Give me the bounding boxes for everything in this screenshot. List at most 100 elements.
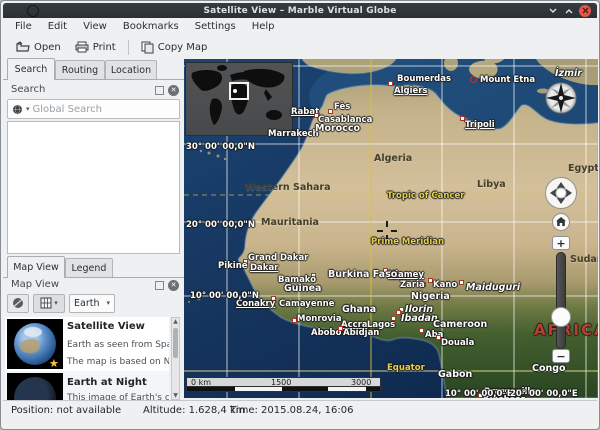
side-panel: Search Routing Location Search ✕ ▾ Globa… — [3, 58, 184, 400]
city-marker — [419, 328, 424, 333]
scrollbar-thumb[interactable] — [173, 328, 178, 358]
country-label: Cameroon — [433, 319, 487, 330]
city-label: Fès — [334, 102, 350, 112]
menu-edit[interactable]: Edit — [40, 18, 75, 36]
close-panel-icon[interactable]: ✕ — [168, 85, 179, 96]
volcano-marker — [470, 76, 477, 83]
scroll-down-icon[interactable]: ▼ — [172, 392, 179, 399]
theme-list-scrollbar[interactable]: ▲ ▼ — [171, 317, 180, 400]
float-panel-icon[interactable] — [155, 281, 164, 290]
tab-map-view[interactable]: Map View — [7, 256, 65, 278]
compass-rose-icon[interactable] — [545, 82, 577, 114]
graticule-special-label: Tropic of Cancer — [387, 191, 464, 201]
city-label: Camayenne — [279, 299, 334, 309]
scroll-up-icon[interactable]: ▲ — [172, 318, 179, 325]
city-label: Abobo — [311, 328, 341, 338]
scale-bar: 0 km 1500 3000 — [186, 377, 381, 392]
title-bar: Satellite View – Marble Virtual Globe — [3, 3, 597, 18]
panel-tabs-bottom: Map View Legend — [3, 256, 184, 278]
mapview-panel-header: Map View — [11, 279, 59, 290]
overview-map[interactable] — [186, 63, 292, 135]
open-button[interactable]: Open — [9, 39, 68, 55]
search-input[interactable]: ▾ Global Search — [7, 99, 180, 119]
city-label: Zaria — [400, 280, 425, 290]
tab-location[interactable]: Location — [105, 60, 157, 79]
favorite-star-icon: ★ — [49, 357, 59, 370]
print-button[interactable]: Print — [68, 39, 123, 55]
folder-open-icon — [16, 41, 30, 53]
chevron-up-icon[interactable] — [563, 5, 575, 17]
longitude-label: 10° 00' 00,0"E — [445, 389, 513, 398]
theme-thumbnail — [7, 373, 63, 400]
status-time: Time: 2015.08.24, 16:06 — [230, 405, 353, 416]
zoom-slider-handle[interactable] — [551, 307, 571, 327]
country-label: Libya — [477, 179, 506, 190]
tab-legend[interactable]: Legend — [65, 258, 113, 277]
menu-settings[interactable]: Settings — [187, 18, 244, 36]
theme-item-earth-at-night[interactable]: Earth at Night This image of Earth's cit… — [5, 371, 169, 400]
city-label: Boumerdas — [397, 74, 451, 84]
country-label: Mauritania — [261, 217, 319, 228]
printer-icon — [75, 41, 89, 53]
latitude-label: 10° 00' 00,0"N — [190, 291, 259, 301]
zoom-slider-track[interactable] — [556, 252, 566, 349]
tab-search[interactable]: Search — [7, 58, 55, 80]
country-label: Congo — [532, 363, 566, 374]
map-projection-button[interactable]: ▾ — [33, 294, 65, 313]
country-label: Western Sahara — [245, 182, 331, 193]
menu-bookmarks[interactable]: Bookmarks — [115, 18, 187, 36]
home-button[interactable] — [552, 213, 570, 231]
celestial-body-select[interactable]: Earth ▾ — [69, 294, 115, 313]
grid-icon — [40, 297, 52, 309]
projection-globe-button[interactable] — [7, 294, 29, 313]
search-results-list[interactable] — [7, 121, 180, 254]
city-label: Douala — [441, 338, 474, 348]
city-marker — [328, 109, 333, 114]
menu-view[interactable]: View — [75, 18, 115, 36]
city-label: Kano — [433, 280, 457, 290]
chevron-down-icon[interactable] — [547, 5, 559, 17]
city-label: Monrovia — [297, 314, 342, 324]
chevron-down-icon: ▾ — [54, 299, 58, 307]
city-marker — [388, 81, 393, 86]
country-label: Algeria — [374, 153, 412, 164]
city-label: Tripoli — [465, 120, 495, 130]
zoom-in-button[interactable]: + — [552, 236, 570, 250]
search-placeholder: Global Search — [33, 104, 102, 115]
tab-routing[interactable]: Routing — [55, 60, 105, 79]
country-label: Gabon — [438, 369, 472, 380]
map-theme-list: Satellite View Earth as seen from Space.… — [5, 317, 169, 400]
city-label: Pikine — [218, 261, 248, 271]
menu-file[interactable]: File — [7, 18, 40, 36]
projection-globe-icon — [12, 297, 24, 309]
panel-tabs-top: Search Routing Location — [3, 58, 184, 80]
menu-help[interactable]: Help — [244, 18, 283, 36]
city-marker — [459, 280, 464, 285]
pan-dpad[interactable] — [545, 177, 577, 209]
search-panel-header: Search — [11, 84, 45, 95]
toolbar: Open Print Copy Map — [3, 36, 597, 58]
marble-window: Satellite View – Marble Virtual Globe Fi… — [0, 0, 600, 430]
latitude-label: 30° 00' 00,0"N — [186, 142, 255, 152]
earth-search-icon — [12, 104, 23, 115]
theme-item-satellite-view[interactable]: Satellite View Earth as seen from Space.… — [5, 317, 169, 371]
zoom-out-button[interactable]: − — [552, 349, 570, 363]
float-panel-icon[interactable] — [155, 86, 164, 95]
city-label: Abidjan — [343, 328, 379, 338]
city-label: Grand Dakar — [248, 253, 308, 263]
copy-map-button[interactable]: Copy Map — [134, 39, 215, 56]
map-canvas[interactable]: AFRICA BoumerdasAlgiersMount EtnaİzmirRa… — [184, 59, 598, 398]
city-label: Maiduguri — [466, 282, 520, 293]
longitude-label: 20° 00' 00,0"E — [510, 389, 578, 398]
close-panel-icon[interactable]: ✕ — [168, 280, 179, 291]
country-label: Nigeria — [411, 291, 450, 302]
toolbar-separator — [128, 40, 129, 55]
country-label: Sudan — [570, 254, 598, 265]
close-icon[interactable] — [579, 5, 591, 17]
country-label: Ghana — [342, 304, 376, 315]
status-position: Position: not available — [11, 405, 121, 416]
country-label: Morocco — [315, 123, 360, 134]
city-label: Marrakech — [268, 129, 319, 139]
city-label: İzmir — [555, 68, 582, 79]
chevron-down-icon: ▾ — [26, 105, 30, 113]
